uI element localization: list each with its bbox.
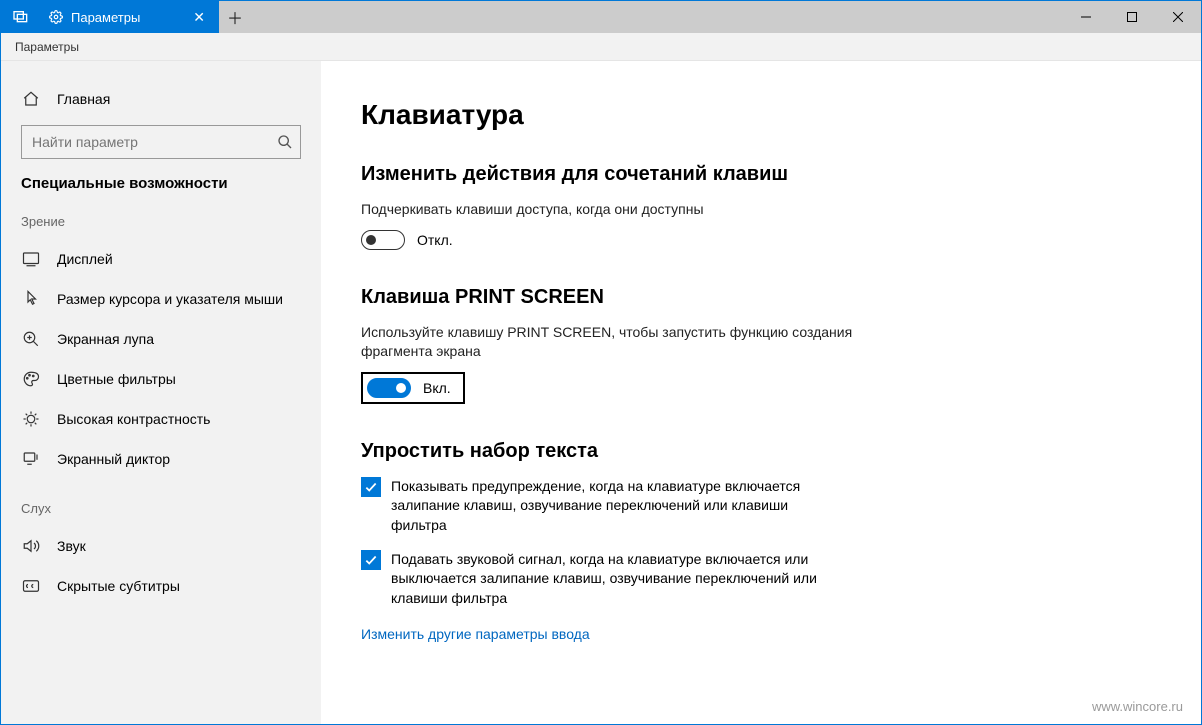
- sidebar-item-color-filters[interactable]: Цветные фильтры: [1, 359, 321, 399]
- section-simplify-typing: Упростить набор текста Показывать предуп…: [361, 440, 921, 643]
- setting-desc: Используйте клавишу PRINT SCREEN, чтобы …: [361, 323, 921, 362]
- link-other-input-settings[interactable]: Изменить другие параметры ввода: [361, 626, 590, 642]
- home-icon: [21, 90, 41, 108]
- breadcrumb-text: Параметры: [15, 40, 79, 54]
- narrator-icon: [21, 450, 41, 468]
- section-print-screen: Клавиша PRINT SCREEN Используйте клавишу…: [361, 286, 921, 404]
- task-view-icon: [12, 9, 28, 25]
- titlebar-drag-area[interactable]: [251, 1, 1063, 33]
- watermark: www.wincore.ru: [1092, 699, 1183, 714]
- sidebar-item-captions[interactable]: Скрытые субтитры: [1, 566, 321, 606]
- toggle-underline-access-keys[interactable]: Откл.: [361, 230, 921, 250]
- maximize-icon: [1127, 12, 1137, 22]
- sidebar-item-label: Экранная лупа: [57, 331, 154, 347]
- checkbox-play-sound[interactable]: Подавать звуковой сигнал, когда на клави…: [361, 550, 841, 609]
- toggle-state-label: Вкл.: [423, 380, 451, 396]
- breadcrumb: Параметры: [1, 33, 1201, 61]
- content: Клавиатура Изменить действия для сочетан…: [321, 61, 1201, 724]
- window-controls: [1063, 1, 1201, 33]
- sidebar-item-home[interactable]: Главная: [1, 79, 321, 119]
- new-tab-button[interactable]: ＋: [219, 1, 251, 33]
- setting-desc: Подчеркивать клавиши доступа, когда они …: [361, 200, 921, 220]
- toggle-state-label: Откл.: [417, 232, 453, 248]
- sidebar-item-narrator[interactable]: Экранный диктор: [1, 439, 321, 479]
- tab-close-button[interactable]: ✕: [189, 9, 209, 26]
- sidebar-item-label: Дисплей: [57, 251, 113, 267]
- sidebar-group-hearing: Слух: [1, 501, 321, 516]
- sidebar-item-label: Высокая контрастность: [57, 411, 210, 427]
- section-shortcut-actions: Изменить действия для сочетаний клавиш П…: [361, 163, 921, 250]
- search-wrap: [21, 125, 301, 159]
- body: Главная Специальные возможности Зрение Д…: [1, 61, 1201, 724]
- checkbox-label: Показывать предупреждение, когда на клав…: [391, 477, 841, 536]
- close-button[interactable]: [1155, 1, 1201, 33]
- sidebar-item-label: Цветные фильтры: [57, 371, 176, 387]
- toggle-switch[interactable]: [367, 378, 411, 398]
- search-icon: [277, 134, 293, 150]
- sidebar-category: Специальные возможности: [1, 175, 321, 192]
- checkbox-checked-icon: [361, 477, 381, 497]
- maximize-button[interactable]: [1109, 1, 1155, 33]
- sidebar-group-vision: Зрение: [1, 214, 321, 229]
- sidebar-item-magnifier[interactable]: Экранная лупа: [1, 319, 321, 359]
- section-heading: Клавиша PRINT SCREEN: [361, 286, 921, 309]
- magnifier-icon: [21, 330, 41, 348]
- sidebar: Главная Специальные возможности Зрение Д…: [1, 61, 321, 724]
- section-heading: Изменить действия для сочетаний клавиш: [361, 163, 921, 186]
- sidebar-item-high-contrast[interactable]: Высокая контрастность: [1, 399, 321, 439]
- task-view-button[interactable]: [1, 1, 39, 33]
- display-icon: [21, 250, 41, 268]
- sidebar-item-display[interactable]: Дисплей: [1, 239, 321, 279]
- minimize-icon: [1081, 12, 1091, 22]
- section-heading: Упростить набор текста: [361, 440, 921, 463]
- contrast-icon: [21, 410, 41, 428]
- captions-icon: [21, 577, 41, 595]
- tab-settings[interactable]: Параметры ✕: [39, 1, 219, 33]
- settings-window: Параметры ✕ ＋ Параметры: [0, 0, 1202, 725]
- minimize-button[interactable]: [1063, 1, 1109, 33]
- toggle-print-screen[interactable]: Вкл.: [361, 372, 465, 404]
- gear-icon: [49, 10, 63, 24]
- palette-icon: [21, 370, 41, 388]
- search-input[interactable]: [21, 125, 301, 159]
- sidebar-item-cursor[interactable]: Размер курсора и указателя мыши: [1, 279, 321, 319]
- checkbox-checked-icon: [361, 550, 381, 570]
- sidebar-item-label: Звук: [57, 538, 86, 554]
- titlebar: Параметры ✕ ＋: [1, 1, 1201, 33]
- checkbox-label: Подавать звуковой сигнал, когда на клави…: [391, 550, 841, 609]
- toggle-switch[interactable]: [361, 230, 405, 250]
- sidebar-item-audio[interactable]: Звук: [1, 526, 321, 566]
- sidebar-item-label: Скрытые субтитры: [57, 578, 180, 594]
- tabset: Параметры ✕ ＋: [1, 1, 251, 33]
- close-icon: [1173, 12, 1183, 22]
- sidebar-item-label: Главная: [57, 91, 110, 107]
- sidebar-item-label: Экранный диктор: [57, 451, 170, 467]
- audio-icon: [21, 537, 41, 555]
- sidebar-item-label: Размер курсора и указателя мыши: [57, 291, 283, 307]
- cursor-icon: [21, 290, 41, 308]
- page-title: Клавиатура: [361, 99, 1161, 131]
- tab-title: Параметры: [71, 10, 181, 25]
- checkbox-show-warning[interactable]: Показывать предупреждение, когда на клав…: [361, 477, 841, 536]
